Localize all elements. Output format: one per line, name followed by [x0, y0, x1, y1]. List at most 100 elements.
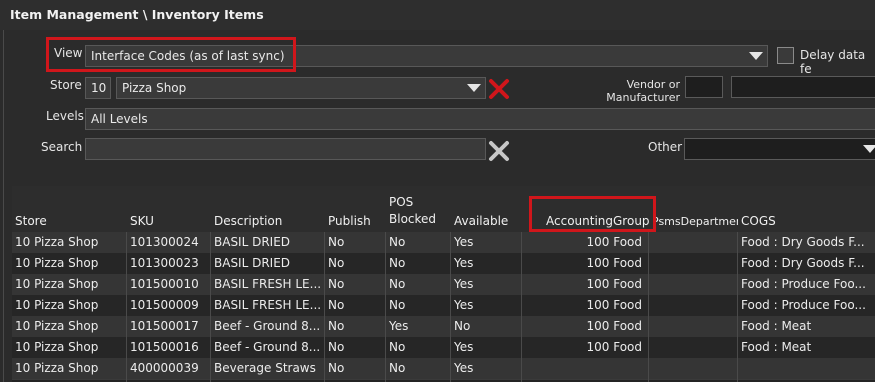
cell-psms-department: [652, 274, 736, 295]
table-row[interactable]: 10 Pizza Shop 101500010 BASIL FRESH LE..…: [12, 274, 875, 296]
cell-sku: 101300024: [130, 235, 199, 249]
gray-x-icon[interactable]: [488, 140, 510, 162]
levels-field[interactable]: All Levels: [85, 108, 875, 130]
cell-available: Yes: [454, 298, 474, 312]
cell-store: 10 Pizza Shop: [15, 256, 99, 270]
left-border: [3, 30, 4, 382]
cell-accounting-group: 100 Food: [586, 256, 643, 270]
col-available[interactable]: Available: [454, 214, 508, 228]
cell-publish: No: [328, 340, 345, 354]
page-title: Item Management \ Inventory Items: [10, 7, 264, 22]
col-accounting-group[interactable]: AccountingGroup: [546, 214, 650, 228]
cell-description: Beef - Ground 8...: [214, 319, 321, 333]
view-dropdown[interactable]: Interface Codes (as of last sync): [85, 45, 768, 67]
col-description[interactable]: Description: [214, 214, 282, 228]
cell-psms-department: [652, 337, 736, 358]
cell-description: BASIL DRIED: [214, 235, 291, 249]
cell-accounting-group: 100 Food: [586, 235, 643, 249]
col-pos-blocked[interactable]: POS Blocked: [389, 194, 436, 228]
cell-pos-blocked: No: [389, 277, 406, 291]
cell-available: Yes: [454, 340, 474, 354]
table-row[interactable]: 10 Pizza Shop 101500016 Beef - Ground 8.…: [12, 337, 875, 359]
table-row[interactable]: 10 Pizza Shop 400000039 Beverage Straws …: [12, 358, 875, 380]
cell-cogs: Food : Meat: [741, 340, 812, 354]
cell-accounting-group: 100 Food: [586, 298, 643, 312]
view-chevron-down-icon[interactable]: [749, 52, 763, 60]
store-chevron-down-icon[interactable]: [467, 84, 481, 92]
cell-pos-blocked: No: [389, 256, 406, 270]
cell-description: BASIL FRESH LE...: [214, 298, 322, 312]
cell-publish: No: [328, 319, 345, 333]
vendor-label: Vendor or Manufacturer: [600, 78, 680, 104]
store-number-value: 10: [91, 81, 107, 95]
levels-label: Levels: [46, 109, 84, 123]
cell-sku: 101500009: [130, 298, 199, 312]
cell-store: 10 Pizza Shop: [15, 277, 99, 291]
col-cogs[interactable]: COGS: [741, 214, 776, 228]
store-label: Store: [50, 78, 82, 92]
cell-accounting-group: 100 Food: [586, 340, 643, 354]
cell-publish: No: [328, 298, 345, 312]
cell-publish: No: [328, 277, 345, 291]
cell-available: Yes: [454, 235, 474, 249]
cell-description: BASIL DRIED: [214, 256, 291, 270]
cell-available: No: [454, 319, 471, 333]
view-label: View: [54, 46, 83, 60]
col-pos-blocked-line1: POS: [389, 195, 414, 209]
cell-cogs: Food : Dry Goods F...: [741, 256, 865, 270]
column-divider: [324, 232, 325, 382]
levels-value: All Levels: [91, 112, 148, 126]
cell-description: Beverage Straws: [214, 361, 316, 375]
column-divider: [385, 232, 386, 382]
cell-pos-blocked: Yes: [389, 319, 409, 333]
cell-psms-department: [652, 295, 736, 316]
column-divider: [210, 232, 211, 382]
table-row[interactable]: 10 Pizza Shop 101300023 BASIL DRIED No N…: [12, 253, 875, 275]
cell-publish: No: [328, 235, 345, 249]
vendor-code-field[interactable]: [685, 76, 723, 98]
title-bar: Item Management \ Inventory Items: [0, 0, 875, 30]
other-chevron-down-icon[interactable]: [863, 145, 875, 153]
other-label: Other: [648, 140, 683, 154]
cell-available: Yes: [454, 361, 474, 375]
col-pos-blocked-line2: Blocked: [389, 212, 437, 226]
cell-store: 10 Pizza Shop: [15, 298, 99, 312]
cell-available: Yes: [454, 277, 474, 291]
column-divider: [450, 232, 451, 382]
store-name-dropdown[interactable]: Pizza Shop: [116, 77, 486, 99]
cell-accounting-group: 100 Food: [586, 319, 643, 333]
column-divider: [126, 232, 127, 382]
col-store[interactable]: Store: [15, 214, 47, 228]
col-psms-department[interactable]: PsmsDepartment: [652, 215, 738, 228]
cell-pos-blocked: No: [389, 340, 406, 354]
table-row[interactable]: 10 Pizza Shop 101300024 BASIL DRIED No N…: [12, 232, 875, 254]
col-publish[interactable]: Publish: [328, 214, 371, 228]
cell-store: 10 Pizza Shop: [15, 235, 99, 249]
search-label: Search: [41, 140, 83, 154]
cell-store: 10 Pizza Shop: [15, 340, 99, 354]
cell-publish: No: [328, 256, 345, 270]
vendor-label-line2: Manufacturer: [606, 91, 680, 104]
delay-data-checkbox[interactable]: [777, 47, 794, 64]
cell-cogs: [741, 358, 875, 379]
cell-pos-blocked: No: [389, 298, 406, 312]
table-row[interactable]: 10 Pizza Shop 101500017 Beef - Ground 8.…: [12, 316, 875, 338]
column-divider: [737, 232, 738, 382]
cell-sku: 400000039: [130, 361, 199, 375]
cell-accounting-group: [524, 358, 642, 379]
cell-sku: 101500016: [130, 340, 199, 354]
cell-psms-department: [652, 232, 736, 253]
grid-header: Store SKU Description Publish POS Blocke…: [12, 186, 875, 233]
red-x-icon[interactable]: [488, 78, 510, 100]
table-row[interactable]: 10 Pizza Shop 101500009 BASIL FRESH LE..…: [12, 295, 875, 317]
other-dropdown[interactable]: [684, 138, 875, 160]
cell-sku: 101300023: [130, 256, 199, 270]
cell-cogs: Food : Meat: [741, 319, 812, 333]
cell-psms-department: [652, 358, 736, 379]
col-sku[interactable]: SKU: [130, 214, 154, 228]
search-input[interactable]: [85, 138, 486, 160]
cell-sku: 101500017: [130, 319, 199, 333]
store-number-field[interactable]: 10: [85, 77, 111, 99]
cell-available: Yes: [454, 256, 474, 270]
vendor-name-field[interactable]: [731, 76, 875, 98]
